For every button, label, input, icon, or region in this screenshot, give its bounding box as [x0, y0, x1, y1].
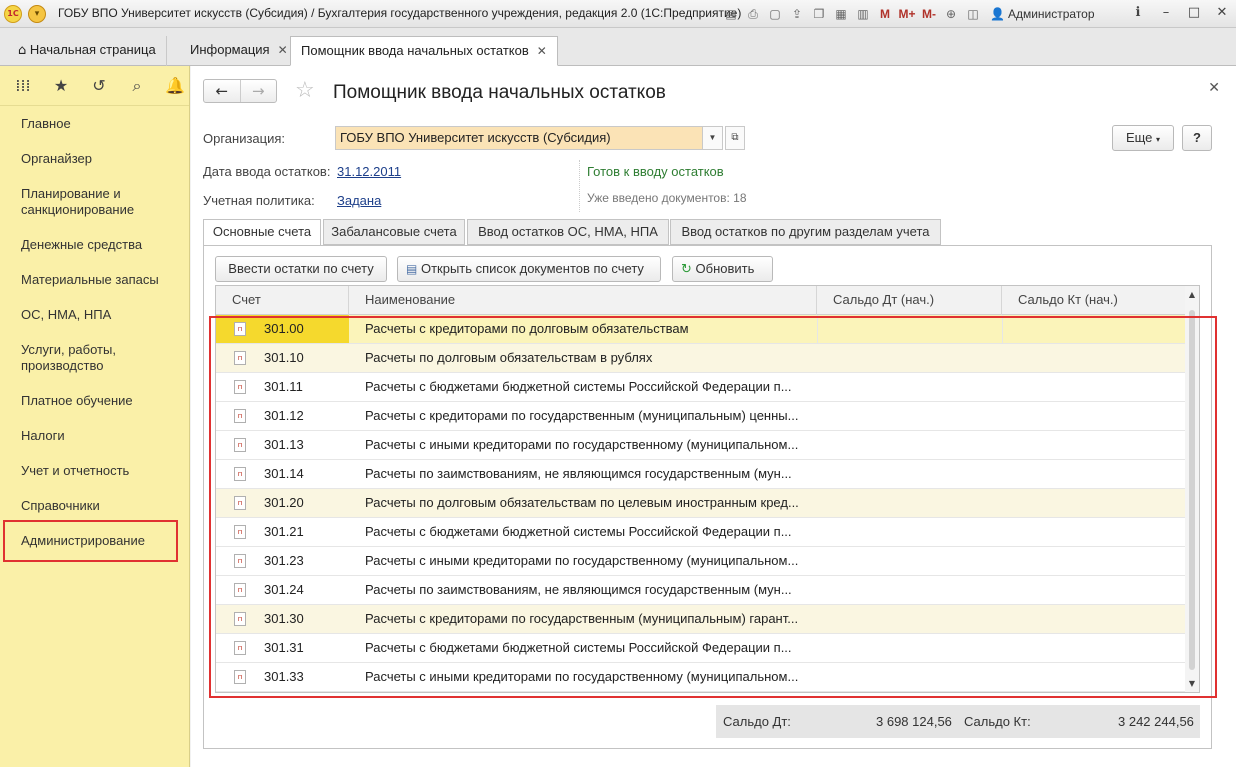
window-controls: ℹ – □ ✕ [1128, 4, 1232, 22]
calendar-icon[interactable]: ▥ [854, 5, 872, 23]
favorite-star-icon[interactable]: ☆ [295, 78, 315, 103]
back-arrow-icon[interactable]: ← [204, 80, 240, 102]
policy-label: Учетная политика: [203, 193, 315, 208]
debit-total-value: 3 698 124,56 [876, 714, 952, 729]
sidebar-item-planning[interactable]: Планирование и санкционирование [21, 186, 171, 218]
title-toolbar: ▤ ⎙ ▢ ⇪ ❐ ▦ ▥ M M+ M- ⊕ ◫ 👤 Администрато… [722, 4, 1095, 24]
chevron-down-icon: ▾ [1156, 135, 1161, 144]
table-header: Счет Наименование Сальдо Дт (нач.) Сальд… [216, 286, 1199, 315]
user-menu[interactable]: 👤 Администратор [990, 7, 1095, 21]
sidebar-item-organizer[interactable]: Органайзер [21, 151, 171, 167]
tab-assistant[interactable]: Помощник ввода начальных остатков ✕ [290, 36, 558, 66]
open-docs-label: Открыть список документов по счету [420, 261, 644, 276]
tab-info-label: Информация [190, 42, 270, 57]
date-label: Дата ввода остатков: [203, 164, 331, 179]
close-form-icon[interactable]: ✕ [1208, 80, 1220, 96]
credit-total-value: 3 242 244,56 [1118, 714, 1194, 729]
grid-menu-icon[interactable]: ⁞⁞⁞ [12, 75, 34, 97]
more-label: Еще [1125, 130, 1153, 145]
tab-main-accounts[interactable]: Основные счета [203, 219, 321, 246]
close-icon[interactable]: ✕ [537, 44, 547, 58]
sidebar-item-fixed-assets[interactable]: ОС, НМА, НПА [21, 307, 171, 323]
form-title: Помощник ввода начальных остатков [333, 82, 666, 103]
user-icon: 👤 [990, 7, 1005, 21]
sidebar-tools: ⁞⁞⁞ ★ ↺ ⌕ 🔔 [0, 66, 189, 106]
date-link[interactable]: 31.12.2011 [337, 164, 401, 179]
more-button[interactable]: Еще ▾ [1112, 125, 1174, 151]
memory-plus-button[interactable]: M+ [898, 5, 916, 23]
search-icon[interactable]: ⌕ [126, 75, 148, 97]
close-window-button[interactable]: ✕ [1212, 4, 1232, 22]
info-icon[interactable]: ℹ [1128, 4, 1148, 22]
policy-link[interactable]: Задана [337, 193, 381, 208]
notifications-icon[interactable]: 🔔 [164, 75, 186, 97]
dropdown-arrow-icon[interactable]: ▼ [703, 126, 723, 150]
status-ready: Готов к вводу остатков [587, 164, 724, 179]
organization-field[interactable]: ГОБУ ВПО Университет искусств (Субсидия) [335, 126, 703, 150]
app-logo-icon: 1С [4, 5, 22, 23]
sidebar-item-references[interactable]: Справочники [21, 498, 171, 514]
nav-buttons: ← → [203, 79, 277, 103]
help-button[interactable]: ? [1182, 125, 1212, 151]
tab-fixed-assets[interactable]: Ввод остатков ОС, НМА, НПА [467, 219, 669, 245]
copy-icon[interactable]: ❐ [810, 5, 828, 23]
save-icon[interactable]: ▤ [722, 5, 740, 23]
highlight-frame [3, 520, 178, 562]
print-icon[interactable]: ⎙ [744, 5, 762, 23]
sidebar-item-materials[interactable]: Материальные запасы [21, 272, 171, 288]
title-bar: 1С ▾ ГОБУ ВПО Университет искусств (Субс… [0, 0, 1236, 28]
org-label: Организация: [203, 131, 286, 146]
tab-off-balance[interactable]: Забалансовые счета [323, 219, 465, 245]
tab-home-label: Начальная страница [29, 42, 156, 57]
totals-bar: Сальдо Дт: 3 698 124,56 Сальдо Кт: 3 242… [716, 705, 1200, 738]
divider [579, 160, 580, 212]
sidebar: ⁞⁞⁞ ★ ↺ ⌕ 🔔 Главное Органайзер Планирова… [0, 66, 190, 767]
close-icon[interactable]: ✕ [278, 43, 288, 57]
sidebar-item-main[interactable]: Главное [21, 116, 171, 132]
enter-balance-button[interactable]: Ввести остатки по счету [215, 256, 387, 282]
user-name: Администратор [1007, 7, 1095, 21]
history-icon[interactable]: ↺ [88, 75, 110, 97]
open-icon[interactable]: ⧉ [725, 126, 745, 150]
sidebar-item-services[interactable]: Услуги, работы, производство [21, 342, 171, 374]
debit-total-label: Сальдо Дт: [723, 714, 791, 729]
link-icon[interactable]: ⇪ [788, 5, 806, 23]
favorites-icon[interactable]: ★ [50, 75, 72, 97]
tab-info[interactable]: Информация ✕ [180, 36, 299, 66]
highlight-frame [209, 316, 1217, 698]
form-area: ← → ☆ Помощник ввода начальных остатков … [191, 66, 1236, 767]
refresh-icon: ↻ [681, 262, 692, 277]
minimize-button[interactable]: – [1156, 4, 1176, 22]
sidebar-item-cash[interactable]: Денежные средства [21, 237, 171, 253]
documents-count: Уже введено документов: 18 [587, 191, 747, 205]
memory-minus-button[interactable]: M- [920, 5, 938, 23]
tab-strip: ⌂ Начальная страница Информация ✕ Помощни… [0, 28, 1236, 66]
tab-other-sections[interactable]: Ввод остатков по другим разделам учета [670, 219, 941, 245]
refresh-button[interactable]: ↻ Обновить [672, 256, 773, 282]
calculator-icon[interactable]: ▦ [832, 5, 850, 23]
sidebar-item-reporting[interactable]: Учет и отчетность [21, 463, 171, 479]
column-debit[interactable]: Сальдо Дт (нач.) [817, 286, 1002, 315]
tab-home[interactable]: ⌂ Начальная страница [8, 36, 167, 66]
memory-button[interactable]: M [876, 5, 894, 23]
forward-arrow-icon[interactable]: → [239, 80, 277, 102]
panels-icon[interactable]: ◫ [964, 5, 982, 23]
window-title: ГОБУ ВПО Университет искусств (Субсидия)… [58, 6, 742, 20]
sidebar-item-taxes[interactable]: Налоги [21, 428, 171, 444]
main-menu-button[interactable]: ▾ [28, 5, 46, 23]
document-list-icon: ▤ [406, 262, 418, 276]
zoom-icon[interactable]: ⊕ [942, 5, 960, 23]
credit-total-label: Сальдо Кт: [964, 714, 1031, 729]
sidebar-item-paid-education[interactable]: Платное обучение [21, 393, 171, 409]
scroll-up-icon[interactable]: ▲ [1185, 290, 1199, 299]
column-credit[interactable]: Сальдо Кт (нач.) [1002, 286, 1187, 315]
column-name[interactable]: Наименование [349, 286, 817, 315]
refresh-label: Обновить [695, 261, 755, 276]
preview-icon[interactable]: ▢ [766, 5, 784, 23]
column-account[interactable]: Счет [216, 286, 349, 315]
open-docs-button[interactable]: ▤ Открыть список документов по счету [397, 256, 661, 282]
tab-assistant-label: Помощник ввода начальных остатков [301, 43, 529, 58]
home-icon: ⌂ [18, 43, 27, 58]
maximize-button[interactable]: □ [1184, 4, 1204, 22]
